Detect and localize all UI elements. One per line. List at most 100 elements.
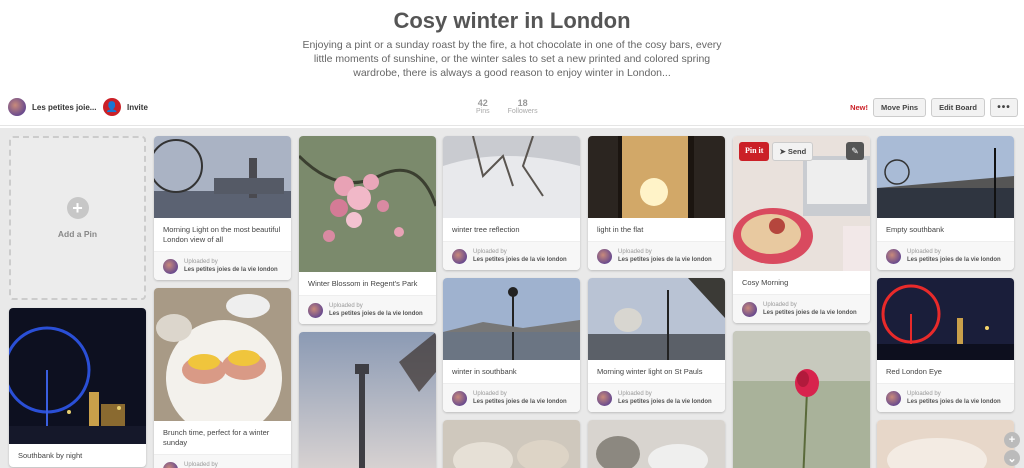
credit-label: Uploaded by <box>763 302 797 308</box>
credit-label: Uploaded by <box>473 249 507 255</box>
credit-text: Uploaded by Les petites joies de la vie … <box>184 258 278 274</box>
pin-image[interactable] <box>588 278 725 360</box>
pin-card[interactable]: light in the flat Uploaded by Les petite… <box>588 136 725 270</box>
edit-pin-button[interactable]: ✎ <box>846 142 864 160</box>
pin-credit[interactable]: Uploaded by Les petites joies de la vie … <box>588 241 725 270</box>
pin-card[interactable]: winter tree reflection Uploaded by Les p… <box>443 136 580 270</box>
pin-card[interactable]: Pin it ➤ Send ✎ Cosy Morning Uploaded by… <box>733 136 870 323</box>
pin-card[interactable] <box>588 420 725 468</box>
pins-stat[interactable]: 42 Pins <box>476 98 490 115</box>
pin-description: Morning Light on the most beautiful Lond… <box>163 225 281 244</box>
pin-credit[interactable]: Uploaded by Les petites joies de la vie … <box>154 454 291 468</box>
pin-image[interactable] <box>588 136 725 218</box>
add-icon[interactable]: + <box>1004 432 1020 448</box>
credit-label: Uploaded by <box>184 462 218 468</box>
credit-text: Uploaded by Les petites joies de la vie … <box>907 248 1001 264</box>
send-button[interactable]: ➤ Send <box>772 142 814 161</box>
pin-column: winter tree reflection Uploaded by Les p… <box>443 136 580 468</box>
avatar <box>308 302 323 318</box>
credit-name: Les petites joies de la vie london <box>184 267 278 273</box>
pin-card[interactable]: Morning winter light on St Pauls Uploade… <box>588 278 725 412</box>
credit-label: Uploaded by <box>618 391 652 397</box>
pin-it-button[interactable]: Pin it <box>739 142 770 161</box>
followers-label: Followers <box>507 108 538 115</box>
pin-card[interactable]: Red London Eye Uploaded by Les petites j… <box>877 278 1014 412</box>
pin-credit[interactable]: Uploaded by Les petites joies de la vie … <box>154 251 291 280</box>
pin-description: Brunch time, perfect for a winter sunday <box>163 428 270 447</box>
pin-card[interactable]: Empty southbank Uploaded by Les petites … <box>877 136 1014 270</box>
avatar <box>597 248 612 264</box>
pin-credit[interactable]: Uploaded by Les petites joies de la vie … <box>877 383 1014 412</box>
pin-image[interactable] <box>443 420 580 468</box>
new-badge: New! <box>850 103 868 112</box>
pin-credit[interactable]: Uploaded by Les petites joies de la vie … <box>299 295 436 324</box>
pin-description: winter in southbank <box>452 367 517 376</box>
pin-image[interactable] <box>9 308 146 444</box>
board-stats: 42 Pins 18 Followers <box>476 98 538 115</box>
pin-credit[interactable]: Uploaded by Les petites joies de la vie … <box>443 241 580 270</box>
avatar <box>886 248 901 264</box>
chevron-down-icon[interactable]: ⌄ <box>1004 450 1020 466</box>
pin-column: Winter Blossom in Regent's Park Uploaded… <box>299 136 436 468</box>
avatar <box>742 301 757 317</box>
credit-text: Uploaded by Les petites joies de la vie … <box>618 248 712 264</box>
pin-image[interactable] <box>733 331 870 468</box>
avatar <box>452 390 467 406</box>
pin-card[interactable]: Morning Light on the most beautiful Lond… <box>154 136 291 280</box>
pin-credit[interactable]: Uploaded by Les petites joies de la vie … <box>588 383 725 412</box>
pin-image[interactable] <box>588 420 725 468</box>
invite-button[interactable]: 👤 Invite <box>103 98 148 116</box>
pin-card[interactable]: Winter Blossom in Regent's Park Uploaded… <box>299 136 436 324</box>
pin-image[interactable] <box>154 136 291 218</box>
pin-card[interactable]: Southbank by night <box>9 308 146 467</box>
more-options-button[interactable]: ••• <box>990 98 1018 117</box>
pin-credit[interactable]: Uploaded by Les petites joies de la vie … <box>877 241 1014 270</box>
pin-card[interactable]: Brunch time, perfect for a winter sunday… <box>154 288 291 468</box>
credit-name: Les petites joies de la vie london <box>907 257 1001 263</box>
pin-image[interactable] <box>443 278 580 360</box>
credit-text: Uploaded by Les petites joies de la vie … <box>473 248 567 264</box>
avatar <box>452 248 467 264</box>
credit-text: Uploaded by Les petites joies de la vie … <box>329 302 423 318</box>
credit-label: Uploaded by <box>329 303 363 309</box>
pins-count: 42 <box>477 98 488 108</box>
pin-image[interactable] <box>877 136 1014 218</box>
credit-text: Uploaded by Les petites joies de la vie … <box>618 390 712 406</box>
pin-credit[interactable]: Uploaded by Les petites joies de la vie … <box>733 294 870 323</box>
pin-image[interactable] <box>877 420 1014 468</box>
owner-link[interactable]: Les petites joie... <box>8 98 96 116</box>
credit-label: Uploaded by <box>473 391 507 397</box>
credit-name: Les petites joies de la vie london <box>329 311 423 317</box>
add-person-icon: 👤 <box>103 98 121 116</box>
pin-image[interactable] <box>299 136 436 272</box>
pin-image[interactable] <box>154 288 291 421</box>
credit-name: Les petites joies de la vie london <box>473 257 567 263</box>
pin-description: Red London Eye <box>886 367 942 376</box>
pin-image[interactable] <box>299 332 436 468</box>
board-toolbar: Les petites joie... 👤 Invite 42 Pins 18 … <box>0 90 1024 126</box>
send-icon: ➤ <box>779 147 788 156</box>
followers-count: 18 <box>517 98 528 108</box>
pin-card[interactable] <box>443 420 580 468</box>
followers-stat[interactable]: 18 Followers <box>508 98 538 115</box>
add-pin-button[interactable]: + Add a Pin <box>9 136 146 300</box>
pin-hover-actions: Pin it ➤ Send <box>739 142 814 161</box>
pin-card[interactable] <box>877 420 1014 468</box>
credit-text: Uploaded by Les petites joies de la vie … <box>473 390 567 406</box>
credit-text: Uploaded by Les petites joies de la vie … <box>184 461 278 468</box>
move-pins-button[interactable]: Move Pins <box>872 98 927 117</box>
avatar <box>597 390 612 406</box>
avatar <box>163 461 178 468</box>
pin-card[interactable] <box>733 331 870 468</box>
pin-card[interactable] <box>299 332 436 468</box>
pin-column: Empty southbank Uploaded by Les petites … <box>877 136 1014 468</box>
pin-description: Morning winter light on St Pauls <box>597 367 703 376</box>
add-pin-label: Add a Pin <box>57 229 98 239</box>
pin-image[interactable] <box>877 278 1014 360</box>
pin-credit[interactable]: Uploaded by Les petites joies de la vie … <box>443 383 580 412</box>
avatar <box>8 98 26 116</box>
pin-image[interactable] <box>443 136 580 218</box>
edit-board-button[interactable]: Edit Board <box>931 98 985 117</box>
pin-card[interactable]: winter in southbank Uploaded by Les peti… <box>443 278 580 412</box>
avatar <box>886 390 901 406</box>
